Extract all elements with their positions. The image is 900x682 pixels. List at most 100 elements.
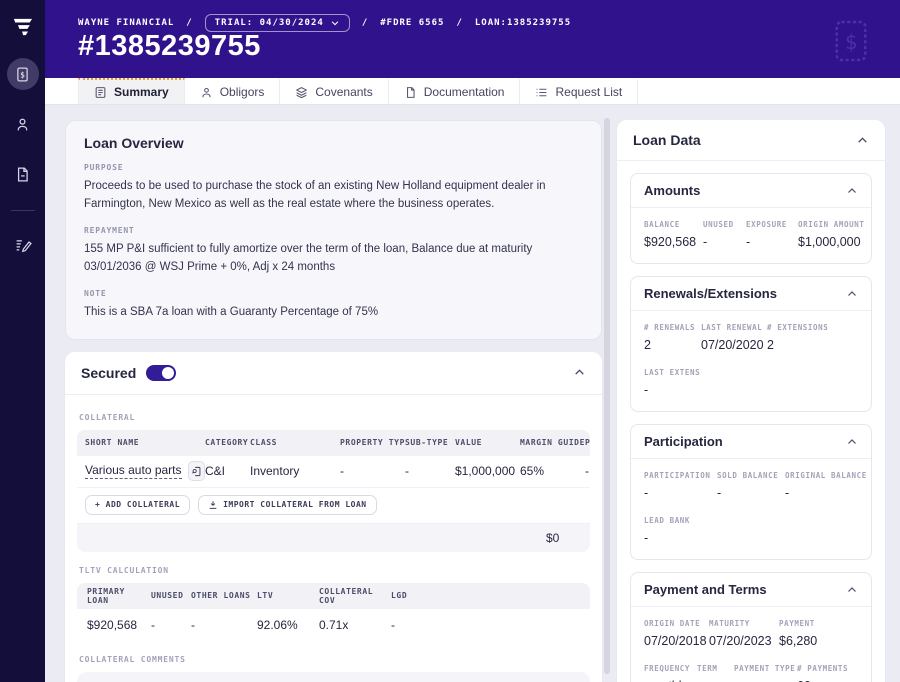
nav-loans-icon[interactable]: $ — [6, 58, 39, 90]
field: EXPOSURE - — [746, 220, 787, 249]
nav-notes-icon[interactable] — [7, 229, 39, 261]
column-header: LGD — [391, 591, 408, 601]
field: # EXTENSIONS 2 — [767, 323, 829, 352]
amounts-title: Amounts — [644, 183, 701, 198]
cell-value: $1,000,000 — [455, 464, 516, 479]
repayment-label: REPAYMENT — [84, 225, 135, 235]
collateral-total: $0 — [546, 530, 560, 545]
breadcrumb-facility: #FDRE 6565 — [380, 18, 445, 28]
field: # PAYMENTS60 — [797, 664, 849, 682]
app-sidebar: $ — [0, 0, 45, 682]
participation-section: Participation PARTICIPATION - SOLD BALANC… — [630, 424, 872, 560]
column-header: SHORT NAME — [85, 438, 140, 448]
field: PAYMENT $6,280 — [779, 619, 818, 648]
secured-toggle[interactable] — [146, 364, 177, 381]
tab-documentation[interactable]: Documentation — [389, 78, 521, 104]
document-search-icon — [191, 466, 201, 477]
secured-title: Secured — [81, 364, 137, 381]
column-header: OTHER LOANS — [191, 591, 251, 601]
payment-terms-section: Payment and Terms ORIGIN DATE 07/20/2018 … — [630, 572, 872, 682]
tltv-table-row: $920,568 - - 92.06% 0.71x - — [77, 609, 590, 641]
chevron-down-icon — [331, 21, 339, 26]
field: ORIGIN AMOUNT $1,000,000 — [798, 220, 865, 249]
collateral-link[interactable]: Various auto parts — [85, 463, 182, 480]
field: MATURITY 07/20/2023 — [709, 619, 772, 648]
secured-collapse-chevron-icon[interactable] — [573, 366, 586, 379]
collateral-table: SHORT NAME CATEGORY CLASS PROPERTY TYPE … — [77, 429, 590, 552]
collateral-table-header: SHORT NAME CATEGORY CLASS PROPERTY TYPE … — [77, 429, 590, 456]
amounts-collapse-chevron-icon[interactable] — [846, 185, 858, 197]
tab-summary[interactable]: Summary — [78, 78, 185, 104]
column-header: CLASS — [250, 438, 278, 448]
renewals-section: Renewals/Extensions # RENEWALS 2 LAST REN… — [630, 276, 872, 412]
cell-collateral-cov: 0.71x — [319, 617, 349, 632]
preview-collateral-button[interactable] — [187, 461, 205, 482]
field: FREQUENCYmonthly — [644, 664, 691, 682]
column-header: SUB-TYPE — [405, 438, 449, 448]
collateral-table-row: Various auto parts C&I Inventory - - $1,… — [77, 456, 590, 488]
main-scrollbar[interactable] — [604, 118, 610, 674]
collateral-label: COLLATERAL — [79, 412, 136, 422]
secured-card: Secured COLLATERAL SHORT NAME CATEGORY C… — [65, 351, 602, 682]
loan-tabbar: Summary Obligors Covenants Documentation… — [45, 78, 900, 105]
right-column: Loan Data Amounts BALANCE $920,568 UNUSED… — [617, 120, 885, 682]
amounts-section: Amounts BALANCE $920,568 UNUSED - EXPOSURE… — [630, 173, 872, 264]
purpose-label: PURPOSE — [84, 163, 124, 172]
request-list-icon — [537, 88, 547, 96]
purpose-text: Proceeds to be used to purchase the stoc… — [84, 180, 546, 211]
summary-icon — [95, 86, 106, 98]
column-header: PROPERTY TYPE — [340, 438, 405, 448]
main-column: Loan Overview PURPOSE Proceeds to be use… — [65, 120, 602, 682]
tab-covenants[interactable]: Covenants — [280, 78, 389, 104]
breadcrumb-separator: / — [361, 18, 369, 28]
tltv-table-header: PRIMARY LOAN UNUSED OTHER LOANS LTV COLL… — [77, 582, 590, 609]
collateral-actions: + ADD COLLATERAL IMPORT COLLATERAL FROM … — [77, 487, 590, 524]
field: BALANCE $920,568 — [644, 220, 697, 249]
participation-title: Participation — [644, 434, 723, 449]
obligors-icon — [202, 87, 211, 97]
loan-data-title: Loan Data — [633, 132, 701, 148]
field: ORIGIN DATE 07/20/2018 — [644, 619, 707, 648]
sidebar-divider — [10, 210, 35, 211]
field: TERM- — [697, 664, 718, 682]
cell-class: Inventory — [250, 464, 300, 479]
breadcrumb-separator: / — [186, 18, 193, 28]
breadcrumb-separator: / — [456, 18, 463, 28]
repayment-text: 155 MP P&I sufficient to fully amortize … — [84, 242, 533, 274]
toggle-knob — [162, 366, 175, 379]
app-logo-icon[interactable] — [10, 14, 36, 40]
field: SOLD BALANCE - — [717, 471, 779, 500]
payment-terms-title: Payment and Terms — [644, 582, 767, 597]
payment-terms-collapse-chevron-icon[interactable] — [846, 584, 858, 596]
field: LAST EXTENSION- — [644, 368, 701, 397]
dollar-document-watermark-icon: $ — [832, 18, 870, 69]
field: UNUSED - — [703, 220, 734, 249]
loan-data-collapse-chevron-icon[interactable] — [856, 134, 869, 147]
note-text: This is a SBA 7a loan with a Guaranty Pe… — [84, 305, 379, 318]
column-header: VALUE — [455, 438, 483, 448]
tltv-table: PRIMARY LOAN UNUSED OTHER LOANS LTV COLL… — [77, 582, 590, 641]
breadcrumb-company: WAYNE FINANCIAL — [78, 18, 175, 28]
nav-obligors-icon[interactable] — [7, 108, 39, 140]
participation-collapse-chevron-icon[interactable] — [846, 436, 858, 448]
page-header: WAYNE FINANCIAL / TRIAL: 04/30/2024 / #F… — [45, 0, 900, 78]
column-header: UNUSED — [151, 591, 184, 601]
add-collateral-button[interactable]: + ADD COLLATERAL — [85, 494, 191, 515]
field: LEAD BANK - — [644, 516, 691, 545]
cell-p: - — [585, 464, 589, 479]
page-title: #1385239755 — [78, 30, 261, 62]
loan-overview-card: Loan Overview PURPOSE Proceeds to be use… — [65, 120, 602, 340]
renewals-collapse-chevron-icon[interactable] — [846, 288, 858, 300]
cell-sub-type: - — [405, 464, 409, 479]
documentation-icon — [406, 86, 415, 98]
loan-data-card: Loan Data Amounts BALANCE $920,568 UNUSED… — [617, 120, 885, 682]
cell-short-name: Various auto parts — [85, 461, 205, 482]
import-collateral-button[interactable]: IMPORT COLLATERAL FROM LOAN — [198, 494, 377, 515]
tab-obligors[interactable]: Obligors — [185, 78, 281, 104]
content-area: Loan Overview PURPOSE Proceeds to be use… — [45, 105, 900, 682]
nav-documents-icon[interactable] — [7, 158, 39, 190]
covenants-icon — [296, 86, 308, 98]
tab-request-list[interactable]: Request List — [520, 78, 639, 104]
column-header: LTV — [257, 591, 274, 601]
field: # RENEWALS 2 — [644, 323, 696, 352]
